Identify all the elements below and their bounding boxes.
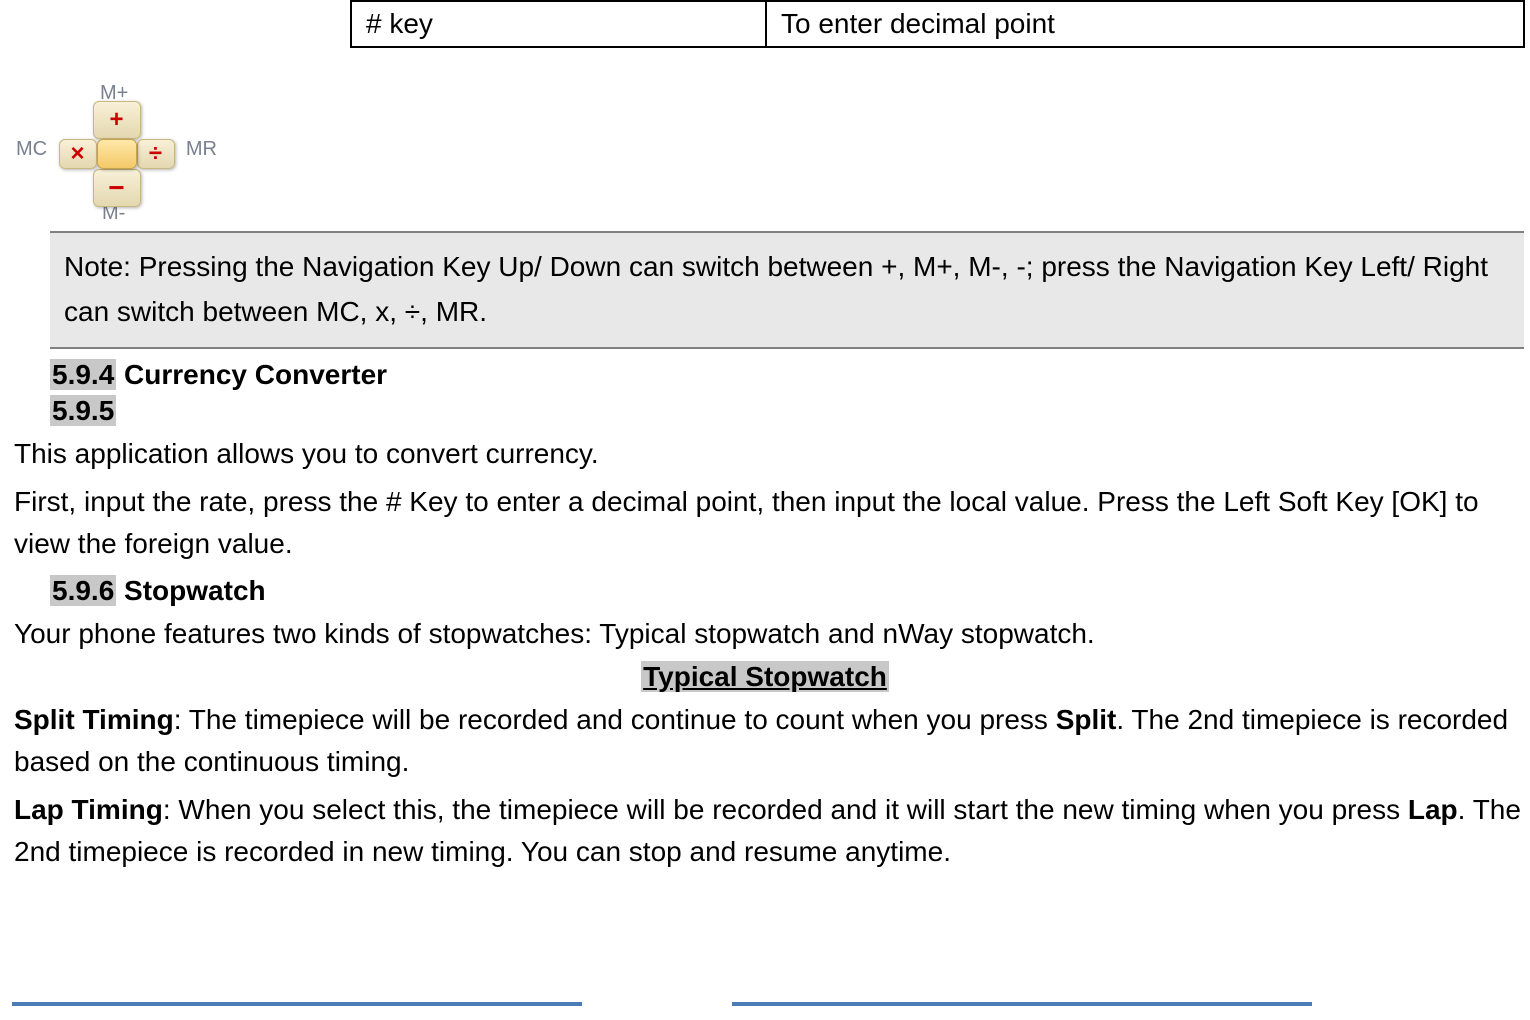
typical-stopwatch-heading: Typical Stopwatch xyxy=(0,661,1530,693)
section-594-num: 5.9.4 xyxy=(50,359,116,390)
lap-bold: Lap xyxy=(1408,794,1458,825)
section-596-title: Stopwatch xyxy=(116,575,265,606)
label-mc: MC xyxy=(16,138,47,161)
dpad-left-mult-icon: × xyxy=(59,139,97,169)
navigation-note: Note: Pressing the Navigation Key Up/ Do… xyxy=(50,231,1524,349)
key-table-row: # key To enter decimal point xyxy=(350,0,1525,48)
stopwatch-intro: Your phone features two kinds of stopwat… xyxy=(14,613,1524,655)
split-bold: Split xyxy=(1056,704,1117,735)
dpad: + − × ÷ xyxy=(57,95,177,213)
dpad-down-minus-icon: − xyxy=(93,169,141,207)
section-594-heading: 5.9.4 Currency Converter xyxy=(50,359,1530,391)
table-cell-key: # key xyxy=(352,2,767,46)
split-text-1: : The timepiece will be recorded and con… xyxy=(174,704,1056,735)
currency-paragraph-2: First, input the rate, press the # Key t… xyxy=(14,481,1524,565)
currency-paragraph-1: This application allows you to convert c… xyxy=(14,433,1524,475)
lap-timing-label: Lap Timing xyxy=(14,794,163,825)
calculator-dpad-image: M+ M- MC MR + − × ÷ xyxy=(14,86,219,221)
dpad-right-div-icon: ÷ xyxy=(137,139,175,169)
split-timing-label: Split Timing xyxy=(14,704,174,735)
dpad-center xyxy=(97,139,137,169)
section-594-title: Currency Converter xyxy=(116,359,387,390)
footer-line-right xyxy=(732,1002,1312,1006)
footer-line-left xyxy=(12,1002,582,1006)
lap-text-1: : When you select this, the timepiece wi… xyxy=(163,794,1408,825)
label-mr: MR xyxy=(186,138,217,161)
table-cell-desc: To enter decimal point xyxy=(767,2,1523,46)
split-timing-paragraph: Split Timing: The timepiece will be reco… xyxy=(14,699,1524,783)
typical-stopwatch-label: Typical Stopwatch xyxy=(641,661,889,692)
dpad-up-plus-icon: + xyxy=(93,101,141,139)
lap-timing-paragraph: Lap Timing: When you select this, the ti… xyxy=(14,789,1524,873)
section-595-num: 5.9.5 xyxy=(50,395,116,426)
section-596-heading: 5.9.6 Stopwatch xyxy=(50,575,1530,607)
section-595-heading: 5.9.5 xyxy=(50,395,1530,427)
section-596-num: 5.9.6 xyxy=(50,575,116,606)
